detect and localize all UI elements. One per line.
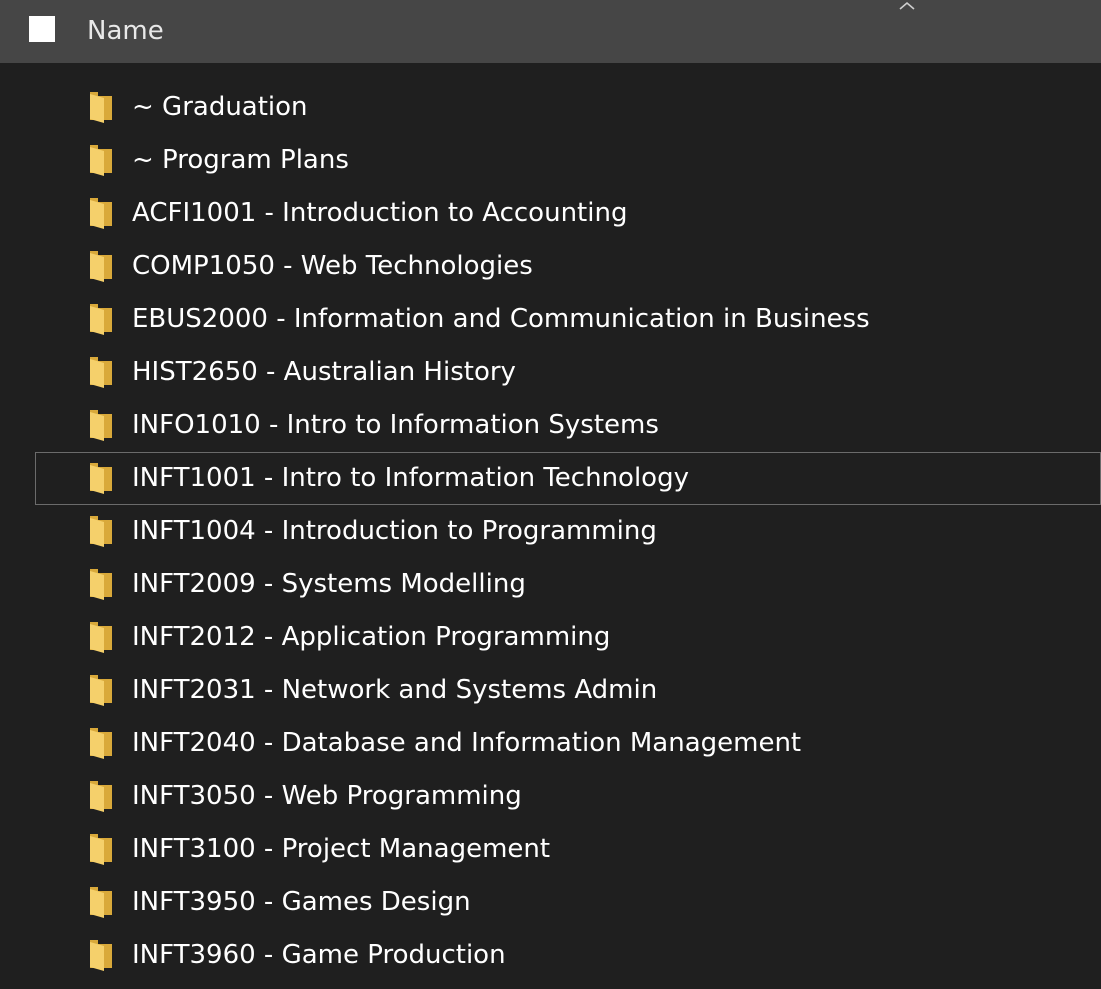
folder-icon [88, 90, 114, 124]
folder-icon [88, 832, 114, 866]
folder-label: INFT3950 - Games Design [132, 887, 471, 917]
file-list: ~ Graduation ~ Program Plans ACFI1001 - In… [0, 81, 1101, 982]
folder-label: INFT2009 - Systems Modelling [132, 569, 526, 599]
folder-row[interactable]: INFT1004 - Introduction to Programming [0, 505, 1101, 558]
folder-label: INFT3050 - Web Programming [132, 781, 522, 811]
folder-icon [88, 143, 114, 177]
folder-icon [88, 461, 114, 495]
folder-label: INFT1004 - Introduction to Programming [132, 516, 657, 546]
folder-label: ACFI1001 - Introduction to Accounting [132, 198, 628, 228]
folder-label: INFT2040 - Database and Information Mana… [132, 728, 802, 758]
folder-label: HIST2650 - Australian History [132, 357, 516, 387]
folder-row[interactable]: HIST2650 - Australian History [0, 346, 1101, 399]
folder-icon [88, 567, 114, 601]
folder-row[interactable]: INFT2040 - Database and Information Mana… [0, 717, 1101, 770]
folder-row[interactable]: COMP1050 - Web Technologies [0, 240, 1101, 293]
folder-row[interactable]: ~ Graduation [0, 81, 1101, 134]
folder-icon [88, 938, 114, 972]
folder-label: INFT1001 - Intro to Information Technolo… [132, 463, 689, 493]
folder-row[interactable]: INFT1001 - Intro to Information Technolo… [0, 452, 1101, 505]
folder-row[interactable]: INFT3950 - Games Design [0, 876, 1101, 929]
folder-icon [88, 779, 114, 813]
folder-row[interactable]: INFO1010 - Intro to Information Systems [0, 399, 1101, 452]
folder-row[interactable]: ~ Program Plans [0, 134, 1101, 187]
select-all-checkbox[interactable] [29, 16, 55, 42]
folder-row[interactable]: INFT2031 - Network and Systems Admin [0, 664, 1101, 717]
folder-row[interactable]: ACFI1001 - Introduction to Accounting [0, 187, 1101, 240]
folder-label: INFT3100 - Project Management [132, 834, 551, 864]
folder-icon [88, 885, 114, 919]
folder-icon [88, 249, 114, 283]
folder-icon [88, 726, 114, 760]
folder-label: ~ Program Plans [132, 145, 349, 175]
name-column-header[interactable]: Name [87, 14, 164, 48]
folder-icon [88, 408, 114, 442]
folder-row[interactable]: INFT3050 - Web Programming [0, 770, 1101, 823]
folder-label: ~ Graduation [132, 92, 308, 122]
folder-label: INFO1010 - Intro to Information Systems [132, 410, 659, 440]
folder-icon [88, 355, 114, 389]
folder-label: EBUS2000 - Information and Communication… [132, 304, 870, 334]
folder-icon [88, 196, 114, 230]
file-explorer-window: Name ~ Graduation ~ Program Plans ACFI1001… [0, 0, 1101, 989]
folder-label: COMP1050 - Web Technologies [132, 251, 533, 281]
folder-row[interactable]: INFT2012 - Application Programming [0, 611, 1101, 664]
folder-row[interactable]: INFT2009 - Systems Modelling [0, 558, 1101, 611]
folder-icon [88, 514, 114, 548]
folder-label: INFT2031 - Network and Systems Admin [132, 675, 658, 705]
folder-icon [88, 620, 114, 654]
folder-icon [88, 302, 114, 336]
folder-label: INFT3960 - Game Production [132, 940, 506, 970]
column-header-bar: Name [0, 0, 1101, 63]
folder-row[interactable]: EBUS2000 - Information and Communication… [0, 293, 1101, 346]
folder-label: INFT2012 - Application Programming [132, 622, 611, 652]
chevron-up-icon[interactable] [897, 0, 917, 12]
folder-row[interactable]: INFT3100 - Project Management [0, 823, 1101, 876]
folder-row[interactable]: INFT3960 - Game Production [0, 929, 1101, 982]
folder-icon [88, 673, 114, 707]
